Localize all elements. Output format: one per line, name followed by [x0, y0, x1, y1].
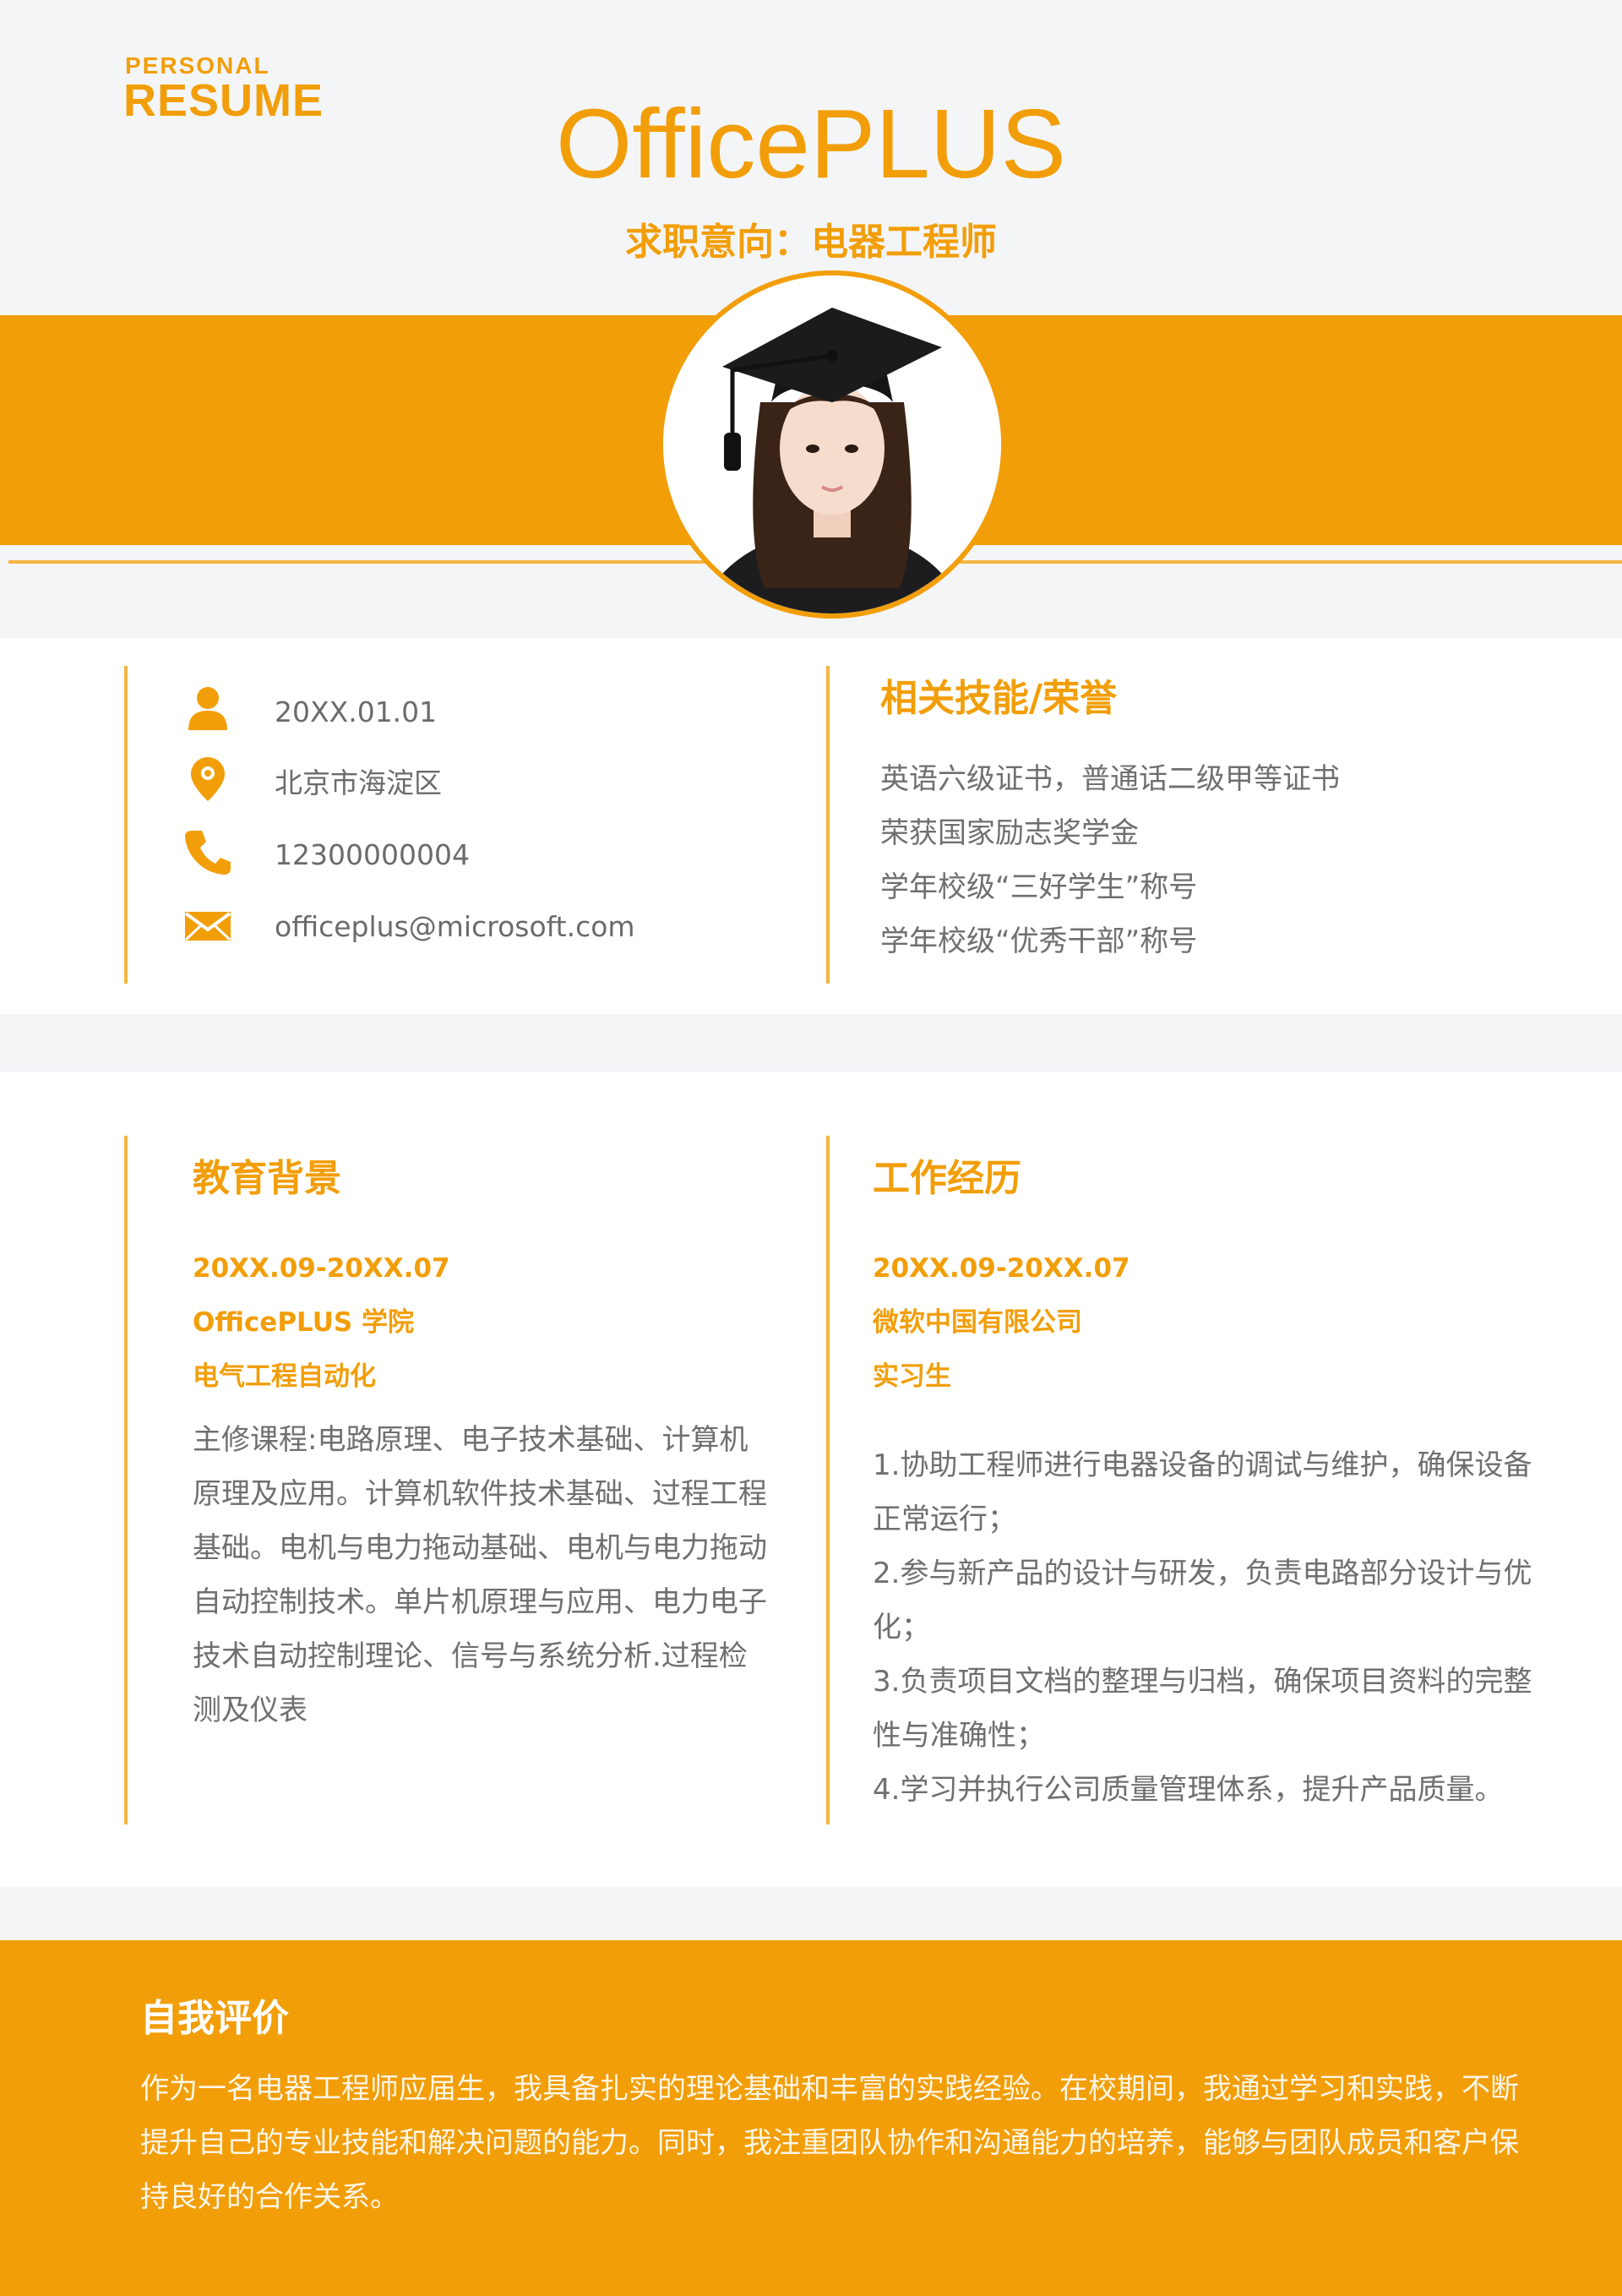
info-left-line [124, 666, 128, 984]
avatar-portrait [663, 275, 1001, 614]
work-duty-item: 4.学习并执行公司质量管理体系，提升产品质量。 [873, 1773, 1504, 1807]
birthday-text: 20XX.01.01 [275, 695, 438, 728]
work-duties: 1.协助工程师进行电器设备的调试与维护，确保设备正常运行； 2.参与新产品的设计… [873, 1438, 1540, 1817]
education-description: 主修课程:电路原理、电子技术基础、计算机原理及应用。计算机软件技术基础、过程工程… [193, 1423, 767, 1727]
avatar [663, 275, 1001, 614]
work-role: 实习生 [873, 1361, 951, 1392]
info-right-line [826, 666, 830, 984]
work-line [826, 1136, 830, 1824]
skill-item: 学年校级“三好学生”称号 [880, 870, 1198, 904]
phone-icon [184, 828, 231, 875]
skill-item: 英语六级证书，普通话二级甲等证书 [880, 762, 1340, 796]
skill-item: 荣获国家励志奖学金 [880, 816, 1139, 850]
info-panel [0, 638, 1622, 1014]
location-text: 北京市海淀区 [275, 766, 442, 799]
work-duty-item: 3.负责项目文档的整理与归档，确保项目资料的完整性与准确性； [873, 1665, 1532, 1753]
email-text: officeplus@microsoft.com [275, 910, 635, 943]
brand-title: OfficePLUS [556, 89, 1066, 199]
skills-title: 相关技能/荣誉 [880, 677, 1118, 720]
work-duty-item: 2.参与新产品的设计与研发，负责电路部分设计与优化； [873, 1557, 1532, 1644]
self-eval-title: 自我评价 [140, 1997, 289, 2040]
job-intent: 求职意向：电器工程师 [625, 221, 997, 264]
badge-personal: PERSONAL [125, 52, 270, 79]
work-title: 工作经历 [873, 1157, 1021, 1200]
work-period: 20XX.09-20XX.07 [873, 1253, 1130, 1284]
self-eval-text: 作为一名电器工程师应届生，我具备扎实的理论基础和丰富的实践经验。在校期间，我通过… [140, 2072, 1519, 2214]
education-title: 教育背景 [193, 1157, 341, 1200]
skills-list: 英语六级证书，普通话二级甲等证书 荣获国家励志奖学金 学年校级“三好学生”称号 … [880, 752, 1340, 968]
edu-line [124, 1136, 128, 1824]
phone-text: 12300000004 [275, 838, 470, 871]
work-company: 微软中国有限公司 [873, 1307, 1082, 1338]
skill-item: 学年校级“优秀干部”称号 [880, 924, 1198, 958]
education-school: OfficePLUS 学院 [193, 1307, 414, 1338]
work-duty-item: 1.协助工程师进行电器设备的调试与维护，确保设备正常运行； [873, 1448, 1532, 1536]
education-major: 电气工程自动化 [193, 1361, 376, 1392]
education-period: 20XX.09-20XX.07 [193, 1253, 450, 1284]
location-pin-icon [184, 755, 231, 803]
envelope-icon [184, 903, 231, 950]
person-icon [184, 684, 231, 732]
